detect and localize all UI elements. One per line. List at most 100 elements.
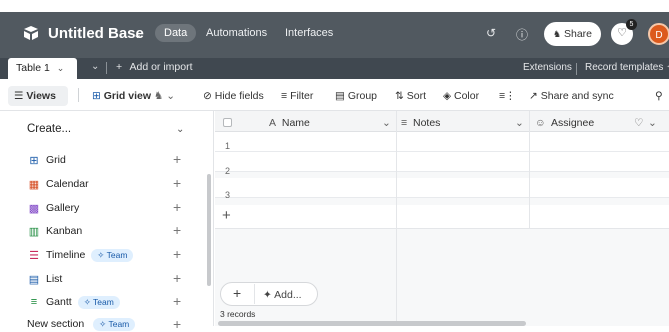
sort-icon: ⇅ — [395, 90, 404, 102]
select-all-checkbox[interactable] — [223, 118, 232, 127]
column-header-name[interactable]: A Name — [269, 117, 310, 129]
create-section-label[interactable]: Create... — [27, 123, 71, 135]
share-sync-button[interactable]: ↗ Share and sync — [529, 90, 614, 102]
filter-button[interactable]: ≡ Filter — [281, 90, 313, 102]
sparkle-icon: ✧ — [83, 296, 91, 307]
sidebar-scrollbar[interactable] — [207, 174, 211, 286]
add-gallery-button[interactable]: + — [173, 199, 181, 215]
kanban-icon: ▥ — [28, 225, 40, 238]
external-link-icon: ↗ — [529, 90, 538, 102]
table-row[interactable] — [215, 178, 669, 198]
share-icon: ♞ — [552, 29, 562, 39]
views-label: Views — [26, 90, 56, 102]
column-header-assignee[interactable]: ☺ Assignee — [535, 117, 594, 129]
column-divider — [529, 111, 530, 229]
sidebar-item-gantt[interactable]: ≡ Gantt ✧ Team — [27, 295, 120, 309]
user-icon: ☺ — [535, 117, 546, 129]
sidebar-item-list[interactable]: ▤ List — [27, 272, 63, 286]
horizontal-scrollbar[interactable] — [218, 321, 526, 326]
sidebar-item-grid[interactable]: ⊞ Grid — [27, 153, 65, 167]
record-templates-label: Record templates — [585, 62, 664, 73]
chevron-down-icon[interactable]: ⌄ — [648, 117, 657, 129]
add-label: Add... — [274, 289, 302, 301]
share-sync-label: Share and sync — [540, 90, 614, 102]
add-row-plus-icon[interactable]: + — [222, 207, 231, 224]
group-button[interactable]: ▤ Group — [335, 90, 377, 102]
base-logo-icon[interactable] — [22, 24, 40, 42]
eye-slash-icon: ⊘ — [203, 90, 212, 102]
paint-bucket-icon: ◈ — [443, 90, 452, 102]
table-row[interactable] — [215, 132, 669, 152]
view-sidebar — [0, 111, 214, 326]
extensions-button[interactable]: Extensions — [523, 62, 572, 73]
group-icon: ▤ — [335, 90, 345, 102]
column-header-notes[interactable]: ≡ Notes — [401, 117, 440, 129]
add-timeline-button[interactable]: + — [173, 246, 181, 262]
sidebar-item-label: Gallery — [46, 202, 80, 214]
sidebar-item-label: List — [46, 273, 63, 285]
row-height-icon[interactable]: ≡⋮ — [499, 90, 516, 102]
row-number: 2 — [225, 166, 231, 176]
record-count: 3 records — [220, 309, 256, 319]
chevron-down-icon: ⌄ — [56, 63, 65, 73]
grid-icon: ⊞ — [29, 154, 39, 167]
bell-icon: ♡ — [617, 27, 627, 39]
chevron-down-icon[interactable]: ⌄ — [133, 28, 142, 41]
add-gantt-button[interactable]: + — [173, 293, 181, 309]
chevron-down-icon[interactable]: ⌄ — [515, 117, 524, 129]
team-badge: ✧ Team — [91, 248, 134, 262]
grid-view-selector[interactable]: ⊞ Grid view ♞ ⌄ — [92, 90, 175, 102]
add-grid-button[interactable]: + — [173, 151, 181, 167]
add-or-import-button[interactable]: + Add or import — [116, 61, 193, 73]
sidebar-item-gallery[interactable]: ▩ Gallery — [27, 201, 79, 215]
share-button[interactable]: ♞ Share — [544, 22, 601, 46]
avatar[interactable]: D — [648, 23, 669, 45]
table-row[interactable] — [215, 152, 669, 172]
bell-icon[interactable]: ♡ — [634, 117, 643, 129]
gallery-icon: ▩ — [28, 202, 40, 215]
color-label: Color — [454, 90, 480, 102]
new-section-label: New section — [27, 318, 85, 330]
add-row[interactable] — [215, 205, 669, 229]
column-label: Name — [281, 117, 310, 129]
all-tables-chevron-icon[interactable]: ⌄ — [91, 61, 99, 72]
column-divider — [396, 111, 397, 326]
divider — [106, 62, 107, 74]
divider — [78, 88, 79, 102]
menu-icon: ☰ — [14, 90, 24, 102]
add-list-button[interactable]: + — [173, 270, 181, 286]
help-icon[interactable]: ⓘ — [516, 26, 528, 43]
chevron-down-icon[interactable]: ⌄ — [176, 124, 184, 135]
sidebar-item-timeline[interactable]: ☰ Timeline ✧ Team — [27, 248, 134, 262]
hide-fields-button[interactable]: ⊘ Hide fields — [203, 90, 264, 102]
sidebar-item-kanban[interactable]: ▥ Kanban — [27, 224, 82, 238]
top-strip — [0, 0, 669, 12]
sparkle-icon: ✧ — [97, 249, 105, 260]
add-kanban-button[interactable]: + — [173, 222, 181, 238]
filter-icon: ≡ — [281, 90, 288, 102]
table-tab-current[interactable]: Table 1 ⌄ — [8, 58, 77, 79]
tab-interfaces[interactable]: Interfaces — [285, 27, 333, 39]
tab-data[interactable]: Data — [155, 24, 197, 42]
add-section-button[interactable]: + — [173, 316, 181, 332]
team-badge: ✧ Team — [77, 295, 120, 309]
row-number: 1 — [225, 141, 231, 151]
color-button[interactable]: ◈ Color — [443, 90, 479, 102]
record-templates-button[interactable]: Record templates ✧ — [585, 62, 669, 73]
group-label: Group — [347, 90, 378, 102]
views-button[interactable]: ☰ Views — [14, 90, 56, 102]
team-badge-label: Team — [93, 296, 114, 307]
sidebar-item-calendar[interactable]: ▦ Calendar — [27, 177, 89, 191]
sort-button[interactable]: ⇅ Sort — [395, 90, 426, 102]
chevron-down-icon[interactable]: ⌄ — [382, 117, 391, 129]
magic-wand-icon: ✦ — [263, 289, 272, 301]
search-icon[interactable]: ⚲ — [655, 90, 663, 102]
table-tab-label: Table 1 — [16, 62, 50, 74]
add-with-ai-button[interactable]: ✦ Add... — [263, 289, 302, 301]
add-record-button[interactable]: + — [233, 285, 241, 301]
history-icon[interactable]: ↺ — [486, 26, 496, 40]
new-section-item[interactable]: New section ✧ Team — [27, 318, 136, 331]
tab-automations[interactable]: Automations — [206, 27, 267, 39]
add-calendar-button[interactable]: + — [173, 175, 181, 191]
base-title[interactable]: Untitled Base — [48, 25, 144, 42]
